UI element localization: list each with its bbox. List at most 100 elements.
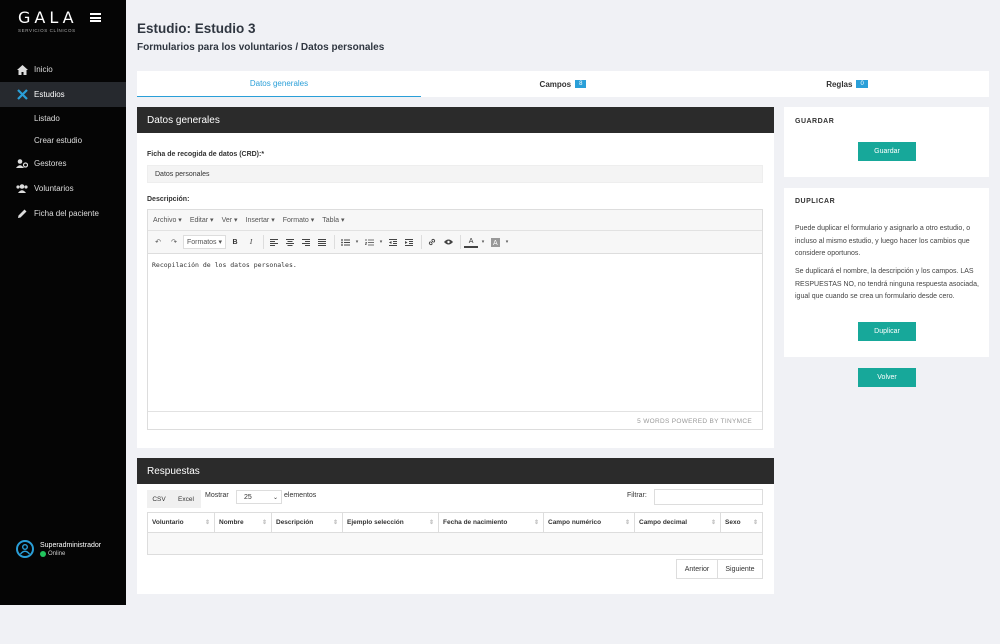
page-subtitle: Formularios para los voluntarios / Datos… [137,42,385,53]
toolbar-divider [334,235,336,249]
numbered-list-icon[interactable] [362,235,376,249]
col-ejemplo-seleccion[interactable]: Ejemplo selección ⇕ [343,513,439,532]
align-right-icon[interactable] [299,235,313,249]
editor-toolbar: ↶ ↷ Formatos ▾ B I ▾ ▾ A ▾ A ▾ [148,231,762,254]
home-icon [16,64,28,76]
user-status-text: Online [48,550,66,557]
col-descripcion[interactable]: Descripción ⇕ [272,513,343,532]
col-nombre[interactable]: Nombre ⇕ [215,513,272,532]
undo-icon[interactable]: ↶ [151,235,165,249]
save-button[interactable]: Guardar [858,142,916,161]
bold-icon[interactable]: B [228,235,242,249]
page-size-select[interactable]: 25 ⌄ [236,490,282,504]
col-label: Descripción [276,519,314,526]
excel-button[interactable]: Excel [171,490,201,508]
chevron-down-icon[interactable]: ▾ [504,235,510,249]
duplicate-title: DUPLICAR [795,198,836,205]
col-sexo[interactable]: Sexo ⇕ [721,513,762,532]
avatar-icon [16,540,34,558]
sidebar-item-label: Gestores [34,159,67,168]
italic-icon[interactable]: I [244,235,258,249]
menu-ver[interactable]: Ver ▾ [222,216,238,224]
menu-archivo[interactable]: Archivo ▾ [153,216,182,224]
svg-text:A: A [493,240,498,247]
sidebar-item-label: Estudios [34,90,65,99]
link-icon[interactable] [425,235,439,249]
sidebar-subitem-crear-estudio[interactable]: Crear estudio [0,129,126,151]
background-color-icon[interactable]: A [488,235,502,249]
prev-page-button[interactable]: Anterior [676,559,718,579]
sidebar-item-voluntarios[interactable]: Voluntarios [0,176,126,201]
back-button[interactable]: Volver [858,368,916,387]
outdent-icon[interactable] [386,235,400,249]
col-campo-decimal[interactable]: Campo decimal ⇕ [635,513,721,532]
sort-icon: ⇕ [204,520,210,526]
page-title: Estudio: Estudio 3 [137,21,256,36]
tab-datos-generales[interactable]: Datos generales [137,71,421,97]
card-title: Datos generales [137,107,774,133]
tab-campos[interactable]: Campos 8 [421,71,705,97]
col-label: Voluntario [152,519,184,526]
indent-icon[interactable] [402,235,416,249]
chevron-down-icon[interactable]: ▾ [378,235,384,249]
bullet-list-icon[interactable] [338,235,352,249]
sort-icon: ⇕ [752,520,758,526]
toolbar-divider [421,235,423,249]
sidebar-item-label: Inicio [34,65,53,74]
col-fecha-nacimiento[interactable]: Fecha de nacimiento ⇕ [439,513,544,532]
rich-text-editor: Archivo ▾ Editar ▾ Ver ▾ Insertar ▾ Form… [147,209,763,430]
editor-content[interactable]: Recopilación de los datos personales. [148,254,762,411]
logo[interactable]: GALA SERVICIOS CLÍNICOS [18,8,78,33]
tabs: Datos generales Campos 8 Reglas 0 [137,71,989,97]
save-title: GUARDAR [795,118,835,125]
sidebar-item-label: Voluntarios [34,184,74,193]
toolbar-divider [263,235,265,249]
menu-toggle-icon[interactable] [90,13,101,22]
chevron-down-icon[interactable]: ▾ [480,235,486,249]
align-left-icon[interactable] [267,235,281,249]
col-label: Sexo [725,519,741,526]
tab-reglas[interactable]: Reglas 0 [705,71,989,97]
filter-input[interactable] [654,489,763,505]
users-cog-icon [16,158,28,170]
crd-label: Ficha de recogida de datos (CRD):* [147,151,265,158]
redo-icon[interactable]: ↷ [167,235,181,249]
sort-icon: ⇕ [261,520,267,526]
tab-label: Reglas [826,79,853,89]
sidebar-nav: Inicio Estudios Listado Crear estudio Ge… [0,57,126,226]
duplicate-button[interactable]: Duplicar [858,322,916,341]
col-campo-numerico[interactable]: Campo numérico ⇕ [544,513,635,532]
description-label: Descripción: [147,196,190,203]
col-label: Campo decimal [639,519,688,526]
menu-insertar[interactable]: Insertar ▾ [246,216,275,224]
table-header: Voluntario ⇕ Nombre ⇕ Descripción ⇕ Ejemplo… [148,513,762,533]
text-color-icon[interactable]: A [464,237,479,248]
sidebar-item-inicio[interactable]: Inicio [0,57,126,82]
sidebar-item-estudios[interactable]: Estudios [0,82,126,107]
menu-tabla[interactable]: Tabla ▾ [322,216,344,224]
duplicate-text-1: Puede duplicar el formulario y asignarlo… [795,225,971,257]
users-icon [16,183,28,195]
preview-eye-icon[interactable] [441,235,455,249]
tools-icon [16,89,28,101]
count-badge: 8 [575,80,587,88]
sidebar-subitem-listado[interactable]: Listado [0,107,126,129]
menu-formato[interactable]: Formato ▾ [283,216,315,224]
align-justify-icon[interactable] [315,235,329,249]
col-voluntario[interactable]: Voluntario ⇕ [148,513,215,532]
col-label: Campo numérico [548,519,602,526]
menu-editar[interactable]: Editar ▾ [190,216,214,224]
next-page-button[interactable]: Siguiente [717,559,763,579]
crd-input[interactable]: Datos personales [147,165,763,183]
formats-dropdown[interactable]: Formatos ▾ [183,235,227,249]
toolbar-divider [460,235,462,249]
csv-button[interactable]: CSV [147,490,171,508]
sidebar-item-gestores[interactable]: Gestores [0,151,126,176]
editor-statusbar: 5 WORDS POWERED BY TINYMCE [148,411,762,430]
chevron-down-icon[interactable]: ▾ [354,235,360,249]
sidebar-item-ficha-paciente[interactable]: Ficha del paciente [0,201,126,226]
user-panel[interactable]: Superadministrador Online [16,540,101,558]
page-size-value: 25 [244,493,252,501]
align-center-icon[interactable] [283,235,297,249]
online-dot-icon [40,550,46,557]
